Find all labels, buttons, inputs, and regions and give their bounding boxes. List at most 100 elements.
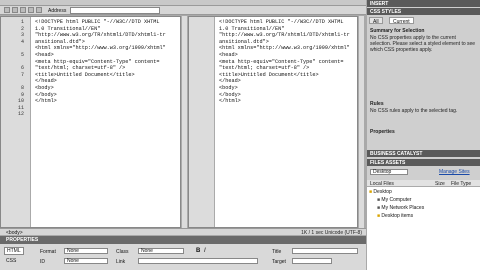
html-label: HTML xyxy=(7,248,21,254)
code-line[interactable]: <body> xyxy=(219,85,350,92)
code-line[interactable]: </html> xyxy=(35,98,166,105)
assets-tab[interactable]: ASSETS xyxy=(385,160,405,166)
network-icon: ■ xyxy=(377,205,381,211)
code-line[interactable]: <head> xyxy=(35,52,166,59)
class-label: Class xyxy=(116,249,129,255)
css-styles-header[interactable]: CSS STYLES xyxy=(367,8,480,15)
tree-item-network[interactable]: ■ My Network Places xyxy=(377,205,424,212)
id-label: ID xyxy=(40,259,45,265)
folder-icon: ■ xyxy=(369,189,373,195)
code-line[interactable]: <title>Untitled Document</title> xyxy=(35,72,166,79)
format-select[interactable]: None xyxy=(64,248,108,254)
code-line[interactable]: <head> xyxy=(219,52,350,59)
code-line[interactable]: </body> xyxy=(35,92,166,99)
address-label: Address xyxy=(48,8,67,14)
target-select[interactable] xyxy=(292,258,332,264)
code-line[interactable]: "http://www.w3.org/TR/xhtml1/DTD/xhtml1-… xyxy=(35,32,166,39)
line-number: 9 xyxy=(20,91,24,98)
code-line[interactable]: </html> xyxy=(219,98,350,105)
css-mode-button[interactable]: CSS xyxy=(4,258,24,266)
scrollbar-right[interactable] xyxy=(358,16,364,228)
files-header[interactable]: FILES ASSETS xyxy=(367,159,480,166)
right-panel: INSERT CSS STYLES All Current Summary fo… xyxy=(367,0,480,270)
refresh-icon[interactable] xyxy=(28,7,34,13)
files-list-header: Local Files Size File Type xyxy=(367,180,480,187)
code-text-right[interactable]: <!DOCTYPE html PUBLIC "-//W3C//DTD XHTML… xyxy=(219,19,350,105)
tab-current[interactable]: Current xyxy=(389,17,414,25)
code-line[interactable]: <html xmlns="http://www.w3.org/1999/xhtm… xyxy=(35,45,166,52)
code-line[interactable]: <!DOCTYPE html PUBLIC "-//W3C//DTD XHTML xyxy=(35,19,166,26)
code-line[interactable]: </head> xyxy=(35,78,166,85)
bold-icon[interactable]: B xyxy=(196,248,202,254)
code-line[interactable]: "text/html; charset=utf-8" /> xyxy=(219,65,350,72)
code-line[interactable]: "text/html; charset=utf-8" /> xyxy=(35,65,166,72)
line-number: 11 xyxy=(17,104,24,111)
code-line[interactable]: <meta http-equiv="Content-Type" content= xyxy=(219,59,350,66)
insert-panel-header[interactable]: INSERT xyxy=(367,0,480,7)
line-number: 10 xyxy=(17,98,24,105)
tree-item-my-computer[interactable]: ■ My Computer xyxy=(377,197,411,204)
back-icon[interactable] xyxy=(4,7,10,13)
code-line[interactable]: "http://www.w3.org/TR/xhtml1/DTD/xhtml1-… xyxy=(219,32,350,39)
local-files-label: Local Files xyxy=(370,181,394,187)
files-list: Local Files Size File Type ■ Desktop ■ M… xyxy=(367,180,480,270)
line-number: 5 xyxy=(20,52,24,58)
css-label: CSS xyxy=(6,258,17,264)
summary-text: No CSS properties apply to the current s… xyxy=(370,35,476,53)
title-input[interactable] xyxy=(292,248,358,254)
code-line[interactable]: <body> xyxy=(35,85,166,92)
code-line[interactable]: </head> xyxy=(219,78,350,85)
line-number: 3 xyxy=(20,32,24,39)
scrollbar-left[interactable] xyxy=(181,16,187,228)
id-value: None xyxy=(67,258,79,264)
code-line[interactable]: <!DOCTYPE html PUBLIC "-//W3C//DTD XHTML xyxy=(219,19,350,26)
line-number: 6 xyxy=(20,65,24,72)
class-select[interactable]: None xyxy=(138,248,184,254)
code-line[interactable]: ansitional.dtd"> xyxy=(35,39,166,46)
code-line[interactable]: 1.0 Transitional//EN" xyxy=(219,26,350,33)
code-line[interactable]: 1.0 Transitional//EN" xyxy=(35,26,166,33)
line-number: 4 xyxy=(20,38,24,45)
code-pane-right[interactable]: <!DOCTYPE html PUBLIC "-//W3C//DTD XHTML… xyxy=(188,16,358,228)
type-column: File Type xyxy=(451,181,472,187)
italic-icon[interactable]: I xyxy=(204,248,210,254)
code-line[interactable]: <title>Untitled Document</title> xyxy=(219,72,350,79)
tree-label: Desktop xyxy=(373,189,392,195)
id-select[interactable]: None xyxy=(64,258,108,264)
code-line[interactable]: ansitional.dtd"> xyxy=(219,39,350,46)
code-text-left[interactable]: <!DOCTYPE html PUBLIC "-//W3C//DTD XHTML… xyxy=(35,19,166,105)
address-input[interactable] xyxy=(70,7,160,14)
properties-header: PROPERTIES xyxy=(0,236,366,244)
tree-item-desktop-items[interactable]: ■ Desktop items xyxy=(377,213,413,220)
code-line[interactable]: </body> xyxy=(219,92,350,99)
status-bar: <body> 1K / 1 sec Unicode (UTF-8) xyxy=(0,228,366,236)
tab-all[interactable]: All xyxy=(369,17,383,25)
home-icon[interactable] xyxy=(36,7,42,13)
site-select[interactable]: Desktop xyxy=(370,169,408,175)
link-input[interactable] xyxy=(138,258,258,264)
forward-icon[interactable] xyxy=(12,7,18,13)
class-value: None xyxy=(141,248,153,254)
size-column: Size xyxy=(435,181,445,187)
tree-label: My Computer xyxy=(381,197,412,203)
code-line[interactable]: <meta http-equiv="Content-Type" content= xyxy=(35,59,166,66)
code-line[interactable]: <html xmlns="http://www.w3.org/1999/xhtm… xyxy=(219,45,350,52)
line-number: 2 xyxy=(20,25,24,32)
code-pane-left[interactable]: 1 2 3 4 5 6 7 8 9 10 11 12 <!DOCTYPE html PUBLIC "-… xyxy=(0,16,181,228)
manage-sites-link[interactable]: Manage Sites xyxy=(439,169,470,175)
format-value: None xyxy=(67,248,79,254)
site-select-value: Desktop xyxy=(373,169,392,175)
tree-item-desktop[interactable]: ■ Desktop xyxy=(369,189,392,196)
summary-heading: Summary for Selection xyxy=(370,28,425,34)
files-tab[interactable]: FILES xyxy=(370,160,384,166)
line-number: 7 xyxy=(20,71,24,78)
line-gutter xyxy=(1,17,31,227)
business-catalyst-header[interactable]: BUSINESS CATALYST xyxy=(367,150,480,157)
rules-text: No CSS rules apply to the selected tag. xyxy=(370,108,458,114)
line-gutter-right xyxy=(189,17,215,227)
html-mode-button[interactable]: HTML xyxy=(4,247,24,255)
tree-label: Desktop items xyxy=(381,213,414,219)
line-number: 1 xyxy=(20,19,24,25)
stop-icon[interactable] xyxy=(20,7,26,13)
line-number: 12 xyxy=(17,111,24,118)
